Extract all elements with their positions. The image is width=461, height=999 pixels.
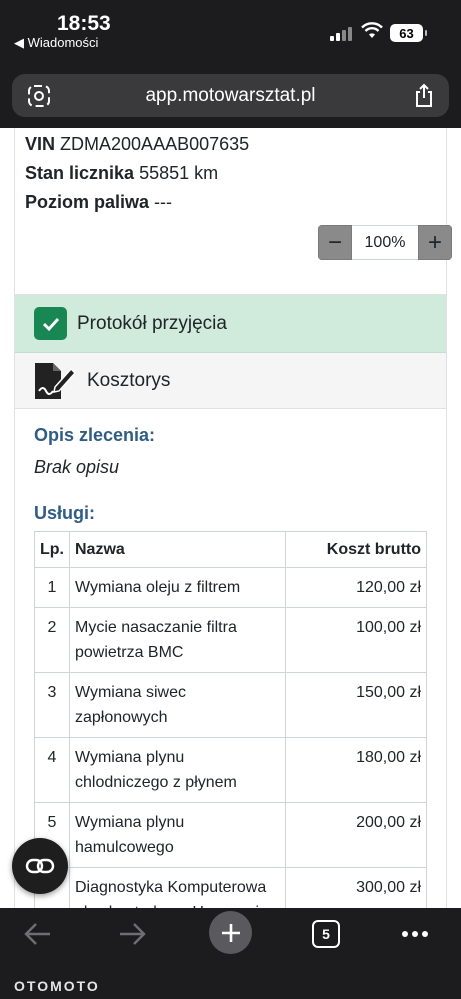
services-label: Usługi: <box>34 503 95 523</box>
fuel-row: Poziom paliwa --- <box>25 192 172 213</box>
zoom-in-button[interactable]: + <box>418 225 452 260</box>
more-icon[interactable] <box>401 930 429 938</box>
new-tab-button[interactable] <box>209 911 252 954</box>
column-header-name: Nazwa <box>69 531 286 568</box>
row-name: Mycie nasaczanie filtra powietrza BMC <box>69 607 286 673</box>
plus-icon <box>221 923 240 942</box>
zoom-out-button[interactable]: − <box>318 225 352 260</box>
link-icon <box>25 858 55 874</box>
row-name: Wymiana plynu chlodniczego z płynem <box>69 737 286 803</box>
odometer-row: Stan licznika 55851 km <box>25 163 218 184</box>
table-row: 4 Wymiana plynu chlodniczego z płynem 18… <box>34 737 427 803</box>
row-lp: 3 <box>34 672 70 738</box>
wifi-icon <box>361 22 383 38</box>
row-cost: 100,00 zł <box>285 607 427 673</box>
column-header-cost: Koszt brutto <box>285 531 427 568</box>
url-text[interactable]: app.motowarsztat.pl <box>12 85 449 107</box>
estimate-title: Kosztorys <box>87 369 171 391</box>
row-name: Diagnostyka Komputerowa plus kontrola na… <box>69 867 286 908</box>
fuel-label: Poziom paliwa <box>25 192 150 212</box>
estimate-section[interactable]: Kosztorys <box>15 353 446 409</box>
row-name: Wymiana plynu hamulcowego <box>69 802 286 868</box>
order-card: Protokół przyjęcia Kosztorys Opis zlecen… <box>14 294 447 908</box>
table-row: 3 Wymiana siwec zapłonowych 150,00 zł <box>34 672 427 738</box>
tabs-button[interactable]: 5 <box>312 920 340 948</box>
forward-arrow-icon[interactable] <box>118 921 148 947</box>
clock: 18:53 <box>57 12 111 35</box>
protocol-title: Protokół przyjęcia <box>77 312 227 334</box>
vin-row: VIN ZDMA200AAAB007635 <box>25 134 249 155</box>
column-header-lp: Lp. <box>34 531 70 568</box>
zoom-control: − 100% + <box>318 225 452 260</box>
back-to-app-link[interactable]: ◀ Wiadomości <box>14 35 98 51</box>
row-name: Wymiana oleju z filtrem <box>69 567 286 608</box>
signature-document-icon <box>35 362 77 399</box>
row-lp: 4 <box>34 737 70 803</box>
status-bar: 18:53 ◀ Wiadomości 63 <box>0 0 461 62</box>
battery-icon: 63 <box>390 24 427 42</box>
web-page: VIN ZDMA200AAAB007635 Stan licznika 5585… <box>0 128 461 908</box>
checkmark-icon <box>34 307 67 340</box>
table-row: Diagnostyka Komputerowa plus kontrola na… <box>34 867 427 908</box>
row-cost: 150,00 zł <box>285 672 427 738</box>
link-fab-button[interactable] <box>12 838 68 894</box>
fuel-value: --- <box>154 192 173 212</box>
protocol-section[interactable]: Protokół przyjęcia <box>15 295 446 353</box>
services-table: Lp. Nazwa Koszt brutto 1 Wymiana oleju z… <box>34 531 427 908</box>
table-row: 2 Mycie nasaczanie filtra powietrza BMC … <box>34 607 427 673</box>
row-cost: 120,00 zł <box>285 567 427 608</box>
description-value: Brak opisu <box>34 457 120 477</box>
row-lp: 1 <box>34 567 70 608</box>
table-row: 1 Wymiana oleju z filtrem 120,00 zł <box>34 567 427 608</box>
address-bar[interactable]: app.motowarsztat.pl <box>12 74 449 117</box>
watermark-logo: OTOMOTO <box>14 978 100 994</box>
row-name: Wymiana siwec zapłonowych <box>69 672 286 738</box>
vin-label: VIN <box>25 134 56 154</box>
row-lp: 2 <box>34 607 70 673</box>
odometer-label: Stan licznika <box>25 163 135 183</box>
table-header-row: Lp. Nazwa Koszt brutto <box>34 531 427 568</box>
description-label: Opis zlecenia: <box>34 425 156 445</box>
back-arrow-icon[interactable] <box>22 921 52 947</box>
odometer-value: 55851 km <box>139 163 219 183</box>
vin-value: ZDMA200AAAB007635 <box>60 134 250 154</box>
share-icon[interactable] <box>413 83 435 109</box>
cellular-signal-icon <box>330 27 352 41</box>
row-cost: 300,00 zł <box>285 867 427 908</box>
row-cost: 200,00 zł <box>285 802 427 868</box>
zoom-value: 100% <box>352 225 418 260</box>
row-cost: 180,00 zł <box>285 737 427 803</box>
table-row: 5 Wymiana plynu hamulcowego 200,00 zł <box>34 802 427 868</box>
